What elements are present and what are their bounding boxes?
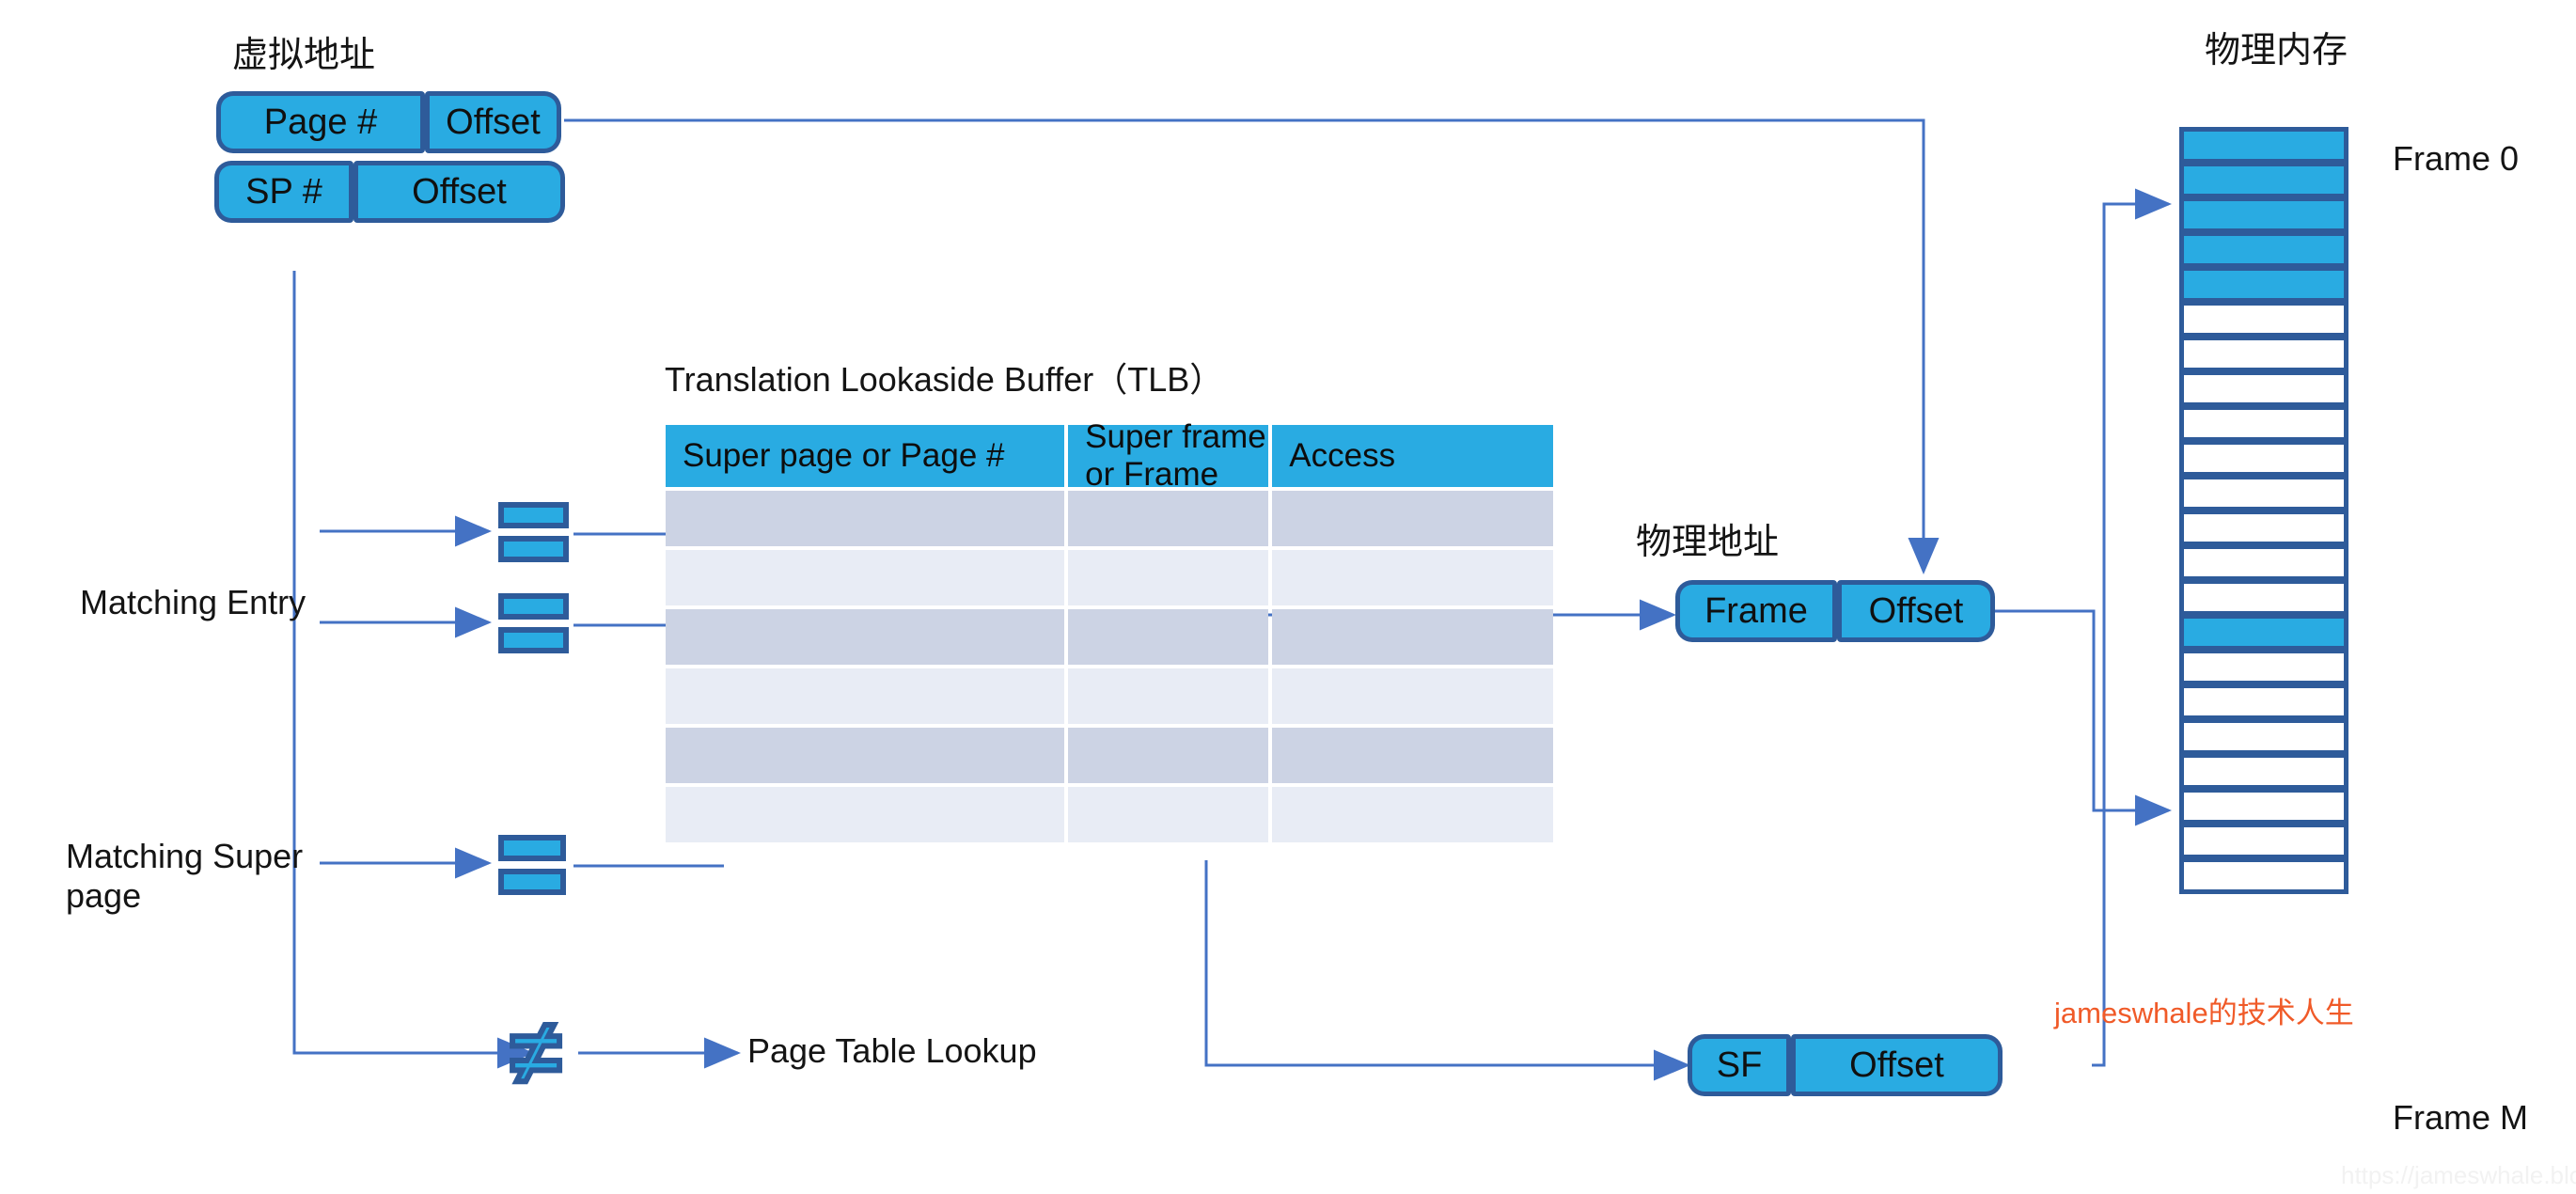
tlb-column-header: Access: [1272, 425, 1553, 487]
physical-offset-field[interactable]: Offset: [1837, 580, 1995, 642]
tlb-table: Super page or Page # Super frame or Frame…: [666, 418, 1553, 842]
memory-frame-cell[interactable]: [2179, 336, 2348, 372]
matching-superpage-label-line2: page: [66, 876, 142, 915]
tlb-cell: [1272, 609, 1553, 665]
tlb-cell: [1272, 491, 1553, 546]
memory-frame-cell[interactable]: [2179, 510, 2348, 546]
frame-first-label: Frame 0: [2393, 139, 2520, 178]
frame-last-label: Frame M: [2393, 1098, 2528, 1137]
tlb-cell: [666, 491, 1065, 546]
diagram-canvas: 虚拟地址 Page # Offset SP # Offset Matching …: [0, 0, 2576, 1194]
virtual-page-number-field[interactable]: Page #: [216, 91, 425, 153]
memory-frame-cell[interactable]: [2179, 370, 2348, 407]
tlb-header-row: Super page or Page # Super frame or Frame…: [666, 418, 1553, 493]
physical-frame-field[interactable]: Frame: [1675, 580, 1837, 642]
memory-frame-cell[interactable]: [2179, 788, 2348, 825]
memory-frame-cell[interactable]: [2179, 753, 2348, 790]
tlb-cell: [1272, 668, 1553, 724]
tlb-row[interactable]: [666, 787, 1553, 842]
tlb-row[interactable]: [666, 728, 1553, 783]
tlb-cell: [666, 787, 1065, 842]
memory-frame-cell[interactable]: [2179, 231, 2348, 268]
memory-frame-cell[interactable]: [2179, 127, 2348, 164]
tlb-column-header: Super page or Page #: [666, 425, 1065, 487]
memory-frame-cell[interactable]: [2179, 405, 2348, 442]
memory-frame-cell[interactable]: [2179, 579, 2348, 616]
tlb-cell: [1068, 550, 1269, 605]
superframe-field[interactable]: SF: [1688, 1034, 1791, 1096]
memory-frame-cell[interactable]: [2179, 162, 2348, 198]
wire-tlb-to-superframe: [1204, 860, 1690, 1081]
memory-frame-cell[interactable]: [2179, 683, 2348, 720]
memory-frame-cell[interactable]: [2179, 266, 2348, 303]
memory-frame-cell[interactable]: [2179, 823, 2348, 859]
tlb-column-header: Super frame or Frame: [1068, 418, 1269, 493]
physical-memory-column: [2179, 127, 2348, 894]
tlb-row[interactable]: [666, 491, 1553, 546]
tlb-cell: [1068, 787, 1269, 842]
matching-superpage-label-line1: Matching Super: [66, 837, 304, 875]
tlb-entry-icon-2[interactable]: [498, 593, 569, 653]
virtual-superpage-offset-field[interactable]: Offset: [353, 161, 565, 223]
tlb-superpage-entry-icon[interactable]: [498, 835, 566, 895]
memory-frame-cell[interactable]: [2179, 475, 2348, 511]
memory-frame-cell[interactable]: [2179, 614, 2348, 651]
page-table-lookup-label: Page Table Lookup: [747, 1031, 1037, 1070]
tlb-cell: [1272, 728, 1553, 783]
tlb-title: Translation Lookaside Buffer（TLB）: [665, 360, 1224, 399]
virtual-page-offset-field[interactable]: Offset: [425, 91, 561, 153]
not-equal-icon: ≠: [509, 1002, 564, 1103]
superframe-offset-field[interactable]: Offset: [1791, 1034, 2003, 1096]
tlb-entry-icon-1[interactable]: [498, 502, 569, 562]
watermark-primary: jameswhale的技术人生: [2054, 997, 2354, 1029]
memory-frame-cell[interactable]: [2179, 301, 2348, 338]
memory-frame-cell[interactable]: [2179, 649, 2348, 685]
tlb-cell: [666, 728, 1065, 783]
physical-address-title: 物理地址: [1636, 523, 1780, 562]
tlb-row[interactable]: [666, 668, 1553, 724]
memory-frame-cell[interactable]: [2179, 718, 2348, 755]
tlb-cell: [1068, 728, 1269, 783]
memory-frame-cell[interactable]: [2179, 544, 2348, 581]
matching-entry-label: Matching Entry: [80, 583, 306, 621]
wire-superframe-to-memory: [2092, 188, 2172, 1067]
tlb-cell: [1272, 787, 1553, 842]
tlb-cell: [666, 550, 1065, 605]
memory-frame-cell[interactable]: [2179, 196, 2348, 233]
virtual-address-title: 虚拟地址: [232, 36, 376, 75]
tlb-cell: [666, 668, 1065, 724]
tlb-cell: [1068, 668, 1269, 724]
watermark-footer: https://jameswhale.blog.csdn.net: [2341, 1161, 2576, 1189]
memory-frame-cell[interactable]: [2179, 857, 2348, 894]
tlb-row[interactable]: [666, 550, 1553, 605]
tlb-cell: [666, 609, 1065, 665]
wire-trunk-left: [292, 271, 534, 1069]
wire-physaddr-to-memory: [1995, 609, 2172, 826]
virtual-superpage-number-field[interactable]: SP #: [214, 161, 353, 223]
memory-frame-cell[interactable]: [2179, 440, 2348, 477]
tlb-row[interactable]: [666, 609, 1553, 665]
physical-memory-title: 物理内存: [2205, 31, 2348, 71]
tlb-cell: [1272, 550, 1553, 605]
tlb-cell: [1068, 491, 1269, 546]
tlb-cell: [1068, 609, 1269, 665]
